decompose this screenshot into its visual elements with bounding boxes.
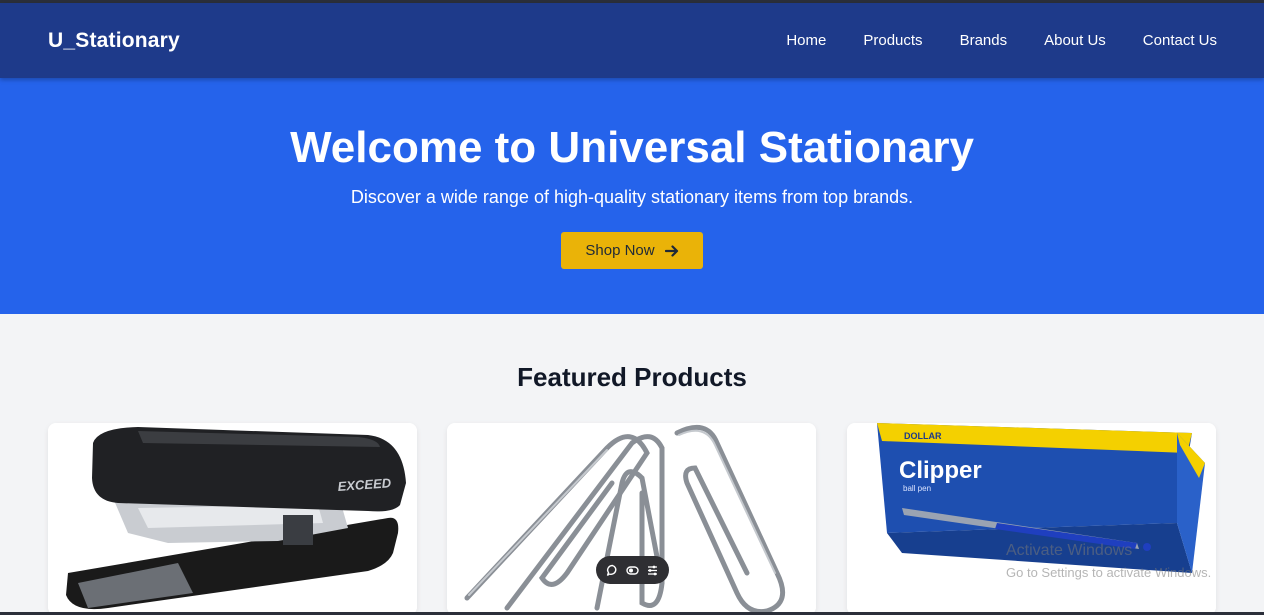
shop-now-label: Shop Now [585, 242, 655, 259]
nav-home[interactable]: Home [786, 32, 826, 49]
brand-logo[interactable]: U_Stationary [48, 29, 180, 53]
nav-links: Home Products Brands About Us Contact Us [786, 32, 1217, 49]
paper-clips-image [447, 423, 816, 615]
activate-windows-watermark: Activate Windows Go to Settings to activ… [1006, 542, 1211, 580]
shop-now-button[interactable]: Shop Now [561, 232, 703, 269]
watermark-subtitle: Go to Settings to activate Windows. [1006, 565, 1212, 580]
nav-brands[interactable]: Brands [960, 32, 1008, 49]
pen-box-sub-text: ball pen [903, 484, 931, 493]
sliders-icon[interactable] [646, 564, 659, 577]
pen-box-brand-text: DOLLAR [904, 431, 942, 441]
hero-section: Welcome to Universal Stationary Discover… [0, 78, 1264, 314]
toggle-icon[interactable] [626, 564, 639, 577]
hero-title: Welcome to Universal Stationary [290, 123, 974, 172]
pen-box-image: DOLLAR Clipper ball pen [847, 423, 1216, 615]
nav-contact-us[interactable]: Contact Us [1143, 32, 1217, 49]
pen-box-title-text: Clipper [899, 457, 982, 484]
arrow-right-icon [664, 244, 679, 257]
floating-toolbar [596, 556, 669, 584]
navbar: U_Stationary Home Products Brands About … [0, 3, 1264, 78]
comment-icon[interactable] [606, 564, 619, 577]
featured-products-title: Featured Products [517, 362, 747, 392]
product-card[interactable]: EXCEED [48, 423, 417, 615]
stapler-image: EXCEED [48, 423, 417, 615]
product-card[interactable]: DOLLAR Clipper ball pen [847, 423, 1216, 615]
watermark-title: Activate Windows [1006, 542, 1133, 559]
product-card[interactable] [447, 423, 816, 615]
nav-products[interactable]: Products [863, 32, 922, 49]
hero-subtitle: Discover a wide range of high-quality st… [350, 187, 914, 207]
nav-about-us[interactable]: About Us [1044, 32, 1106, 49]
